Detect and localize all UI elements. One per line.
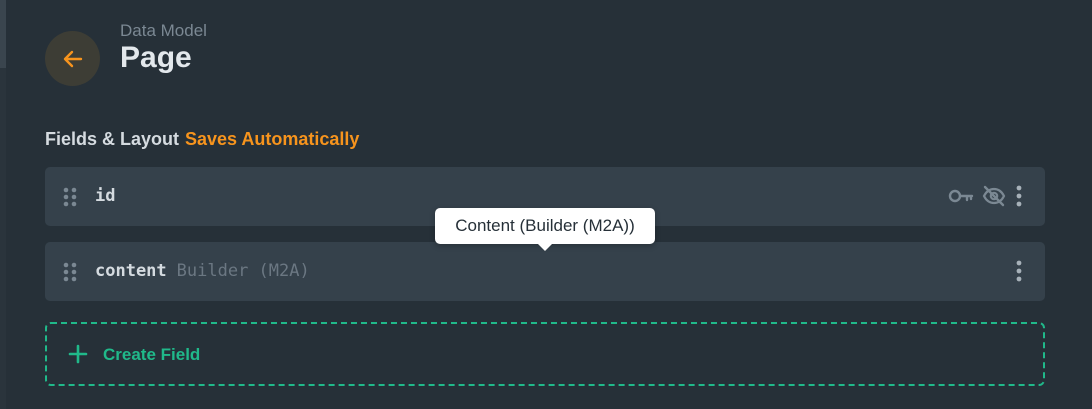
field-type: Builder (M2A) (176, 261, 310, 281)
arrow-left-icon (63, 50, 82, 67)
drag-handle-icon[interactable] (63, 187, 77, 207)
section-title: Fields & Layout (45, 129, 180, 149)
tooltip-text: Content (Builder (M2A)) (455, 216, 635, 235)
section-header: Fields & Layout Saves Automatically (45, 129, 359, 150)
create-field-button[interactable]: Create Field (45, 322, 1045, 386)
eye-off-icon[interactable] (982, 184, 1006, 208)
page-title: Page (120, 41, 192, 74)
more-vertical-icon[interactable] (1013, 184, 1025, 208)
breadcrumb[interactable]: Data Model (120, 21, 207, 41)
field-key: content (95, 261, 167, 281)
field-name: id (95, 186, 115, 206)
tooltip: Content (Builder (M2A)) (435, 208, 655, 251)
drag-handle-icon[interactable] (63, 262, 77, 282)
sidebar-scrollbar[interactable] (0, 0, 6, 409)
key-icon (948, 184, 974, 208)
plus-icon (68, 344, 88, 364)
tooltip-arrow (538, 244, 552, 251)
more-vertical-icon[interactable] (1013, 259, 1025, 283)
field-key: id (95, 186, 116, 206)
save-status: Saves Automatically (185, 129, 360, 149)
back-button[interactable] (45, 31, 100, 86)
scrollbar-thumb[interactable] (0, 0, 6, 68)
create-field-label: Create Field (103, 345, 201, 364)
field-name: content Builder (M2A) (95, 261, 310, 281)
